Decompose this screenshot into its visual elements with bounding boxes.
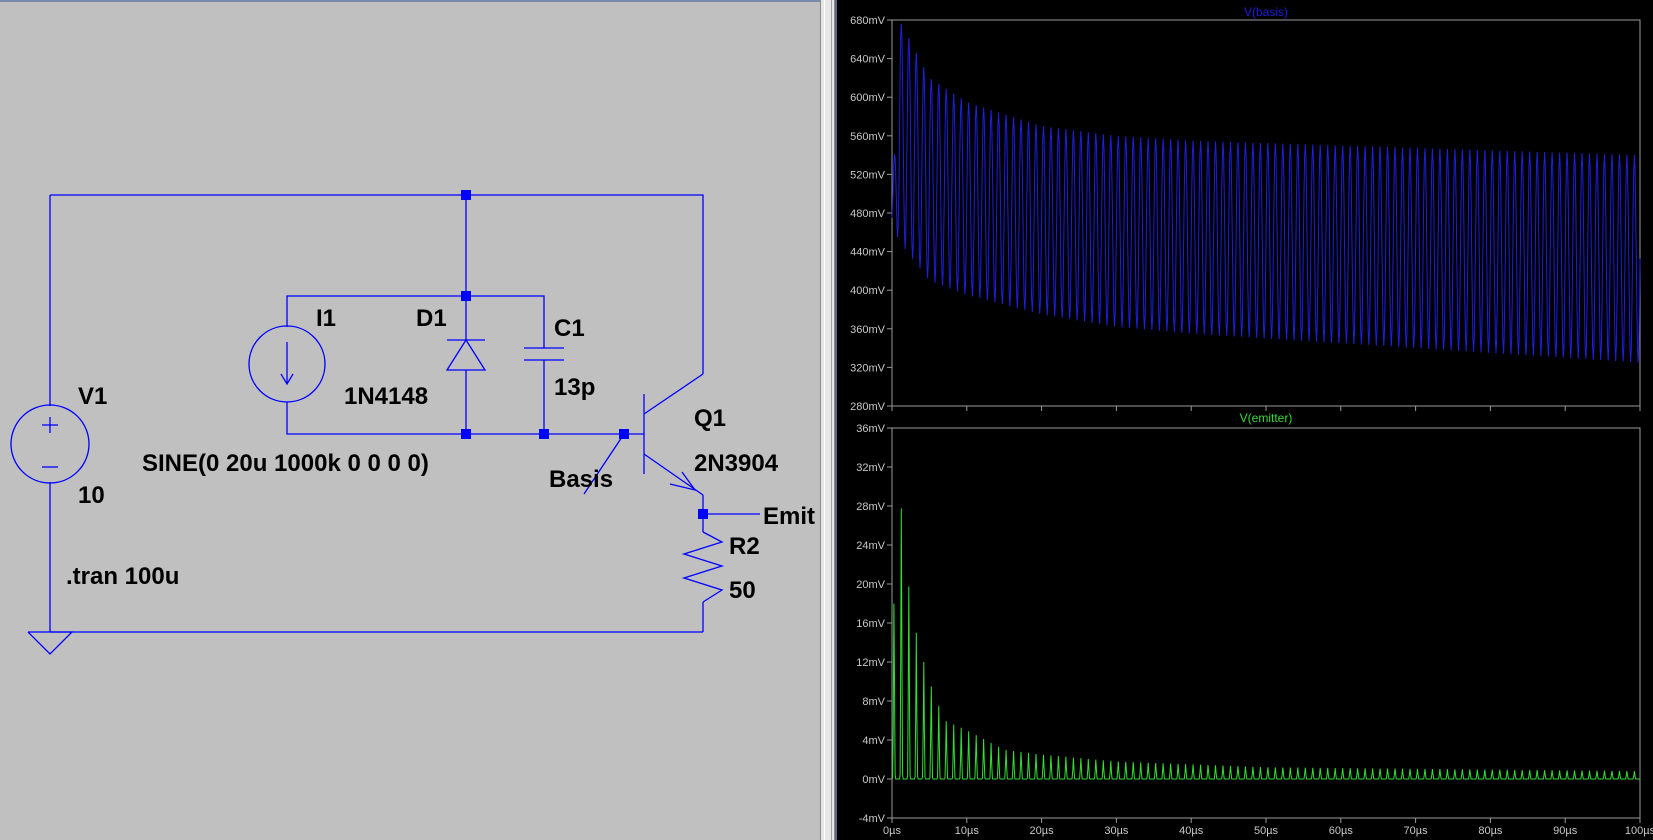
- trace-label-top[interactable]: V(basis): [1244, 5, 1288, 19]
- y-tick-label: 4mV: [862, 735, 885, 747]
- y-tick-label: 28mV: [856, 501, 885, 513]
- y-tick-label: 8mV: [862, 696, 885, 708]
- label-i1-value[interactable]: SINE(0 20u 1000k 0 0 0 0): [142, 450, 429, 477]
- waveform-trace-top[interactable]: [891, 23, 1641, 363]
- x-tick-label: 70µs: [1404, 825, 1429, 837]
- y-tick-label: 24mV: [856, 540, 885, 552]
- plot-frame-bottom: [891, 427, 1641, 819]
- y-tick-label: 640mV: [850, 54, 886, 66]
- current-source-i1[interactable]: [248, 325, 326, 403]
- wire-top-rail[interactable]: [50, 194, 704, 374]
- y-tick-label: 12mV: [856, 657, 885, 669]
- y-tick-label: 520mV: [850, 169, 886, 181]
- label-d1-model[interactable]: 1N4148: [344, 383, 428, 410]
- pane-splitter[interactable]: [820, 0, 835, 840]
- voltage-source-v1[interactable]: [10, 404, 90, 484]
- trace-label-bottom[interactable]: V(emitter): [1240, 411, 1293, 425]
- schematic-canvas[interactable]: V1 10 I1 SINE(0 20u 1000k 0 0 0 0) D1 1N…: [0, 2, 820, 840]
- y-tick-label: 20mV: [856, 579, 885, 591]
- spice-directive-tran[interactable]: .tran 100u: [66, 563, 179, 590]
- capacitor-c1[interactable]: [524, 347, 564, 361]
- waveform-trace-bottom[interactable]: [891, 508, 1640, 780]
- y-tick-label: 36mV: [856, 423, 885, 435]
- waveform-viewer[interactable]: V(basis) 680mV 640mV 600mV 560mV 520mV 480mV 44…: [835, 0, 1653, 840]
- y-tick-label: 400mV: [850, 285, 886, 297]
- y-tick-label: 560mV: [850, 131, 886, 143]
- ground-icon[interactable]: [27, 631, 74, 655]
- x-tick-label: 10µs: [955, 825, 980, 837]
- label-r2-name[interactable]: R2: [729, 533, 760, 560]
- y-tick-label: 16mV: [856, 618, 885, 630]
- y-tick-label: 600mV: [850, 92, 886, 104]
- label-c1-name[interactable]: C1: [554, 315, 585, 342]
- waveform-canvas[interactable]: V(basis) 680mV 640mV 600mV 560mV 520mV 480mV 44…: [837, 0, 1653, 840]
- y-tick-label: 320mV: [850, 362, 886, 374]
- net-label-basis[interactable]: Basis: [549, 466, 613, 493]
- junction-node: [461, 291, 471, 301]
- label-v1-name[interactable]: V1: [78, 383, 107, 410]
- label-i1-name[interactable]: I1: [316, 305, 336, 332]
- x-tick-label: 0µs: [883, 825, 901, 837]
- junction-node: [698, 509, 708, 519]
- y-tick-label: -4mV: [859, 813, 886, 825]
- label-r2-value[interactable]: 50: [729, 577, 756, 604]
- junction-node: [461, 429, 471, 439]
- x-tick-label: 100µs: [1625, 825, 1653, 837]
- junction-node: [461, 190, 471, 200]
- junction-node: [539, 429, 549, 439]
- x-tick-label: 50µs: [1254, 825, 1279, 837]
- x-tick-label: 60µs: [1329, 825, 1354, 837]
- label-d1-name[interactable]: D1: [416, 305, 447, 332]
- y-tick-label: 360mV: [850, 324, 886, 336]
- resistor-r2[interactable]: [681, 531, 725, 603]
- schematic-editor[interactable]: V1 10 I1 SINE(0 20u 1000k 0 0 0 0) D1 1N…: [0, 0, 820, 840]
- diode-d1[interactable]: [445, 338, 487, 371]
- x-tick-label: 40µs: [1179, 825, 1204, 837]
- x-tick-label: 90µs: [1553, 825, 1578, 837]
- x-tick-label: 80µs: [1478, 825, 1503, 837]
- y-tick-label: 280mV: [850, 401, 886, 413]
- label-q1-model[interactable]: 2N3904: [694, 450, 779, 477]
- label-c1-value[interactable]: 13p: [554, 374, 595, 401]
- y-tick-label: 680mV: [850, 15, 886, 27]
- y-tick-label: 32mV: [856, 462, 885, 474]
- x-tick-label: 30µs: [1104, 825, 1129, 837]
- x-tick-label: 20µs: [1030, 825, 1055, 837]
- label-q1-name[interactable]: Q1: [694, 405, 726, 432]
- net-label-emitter[interactable]: Emit: [763, 503, 815, 530]
- y-tick-label: 440mV: [850, 247, 886, 259]
- y-tick-label: 0mV: [862, 774, 885, 786]
- y-tick-label: 480mV: [850, 208, 886, 220]
- label-v1-value[interactable]: 10: [78, 482, 105, 509]
